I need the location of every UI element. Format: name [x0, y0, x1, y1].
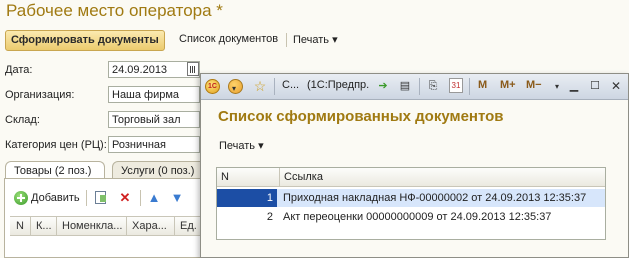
- organization-field[interactable]: Наша фирма: [108, 86, 200, 103]
- row-link[interactable]: Приходная накладная НФ-00000002 от 24.09…: [283, 189, 586, 207]
- warehouse-label: Склад:: [5, 114, 40, 126]
- app-logo-icon: 1С: [205, 79, 220, 94]
- window-title: Рабочее место оператора *: [6, 1, 223, 20]
- titlebar-divider: [419, 78, 420, 95]
- row-link[interactable]: Акт переоценки 00000000009 от 24.09.2013…: [283, 208, 551, 226]
- print-label: Печать: [219, 140, 256, 152]
- generated-documents-window: 1С ▾ ☆ С... (1С:Предпр. ➔ ▤ ⎘ 31 M M+ M−…: [200, 73, 629, 258]
- window-app-title: (1С:Предпр.: [307, 79, 370, 91]
- toolbar-divider: [286, 33, 287, 47]
- calendar-icon[interactable]: [187, 62, 199, 76]
- price-category-field[interactable]: Розничная: [108, 136, 200, 153]
- organization-label: Организация:: [5, 89, 75, 101]
- memory-plus-button[interactable]: M+: [500, 79, 516, 91]
- add-button[interactable]: Добавить: [31, 192, 80, 204]
- titlebar-divider: [274, 78, 275, 95]
- favorite-star-icon[interactable]: ☆: [252, 78, 268, 94]
- chevron-down-icon: ▾: [258, 140, 264, 152]
- row-number: 1: [217, 189, 277, 207]
- menu-icon[interactable]: ▾: [228, 79, 243, 94]
- titlebar-divider: [469, 78, 470, 95]
- column-divider: [174, 217, 175, 235]
- toolbar-divider: [140, 190, 141, 206]
- chevron-down-icon[interactable]: ▾: [549, 79, 565, 95]
- memory-minus-button[interactable]: M−: [526, 79, 542, 91]
- move-down-icon[interactable]: ▼: [170, 191, 184, 205]
- delete-icon[interactable]: ✕: [118, 191, 132, 205]
- copy-icon[interactable]: [95, 191, 106, 204]
- price-category-label: Категория цен (РЦ):: [5, 139, 107, 151]
- main-toolbar: Сформировать документы Список документов…: [0, 29, 629, 51]
- row-number: 2: [266, 211, 273, 223]
- maximize-icon[interactable]: ☐: [587, 78, 603, 94]
- print-label: Печать: [293, 34, 330, 46]
- column-divider: [56, 217, 57, 235]
- close-icon[interactable]: ✕: [608, 78, 624, 94]
- column-header[interactable]: Номенкла...: [62, 220, 122, 232]
- calendar-icon[interactable]: 31: [449, 78, 463, 93]
- tab-goods[interactable]: Товары (2 поз.): [5, 161, 105, 179]
- generate-documents-button[interactable]: Сформировать документы: [5, 30, 165, 51]
- warehouse-field[interactable]: Торговый зал: [108, 111, 200, 128]
- column-header[interactable]: N: [16, 220, 24, 232]
- table-row[interactable]: 1 Приходная накладная НФ-00000002 от 24.…: [217, 189, 605, 207]
- column-divider: [30, 217, 31, 235]
- print-menu-button[interactable]: Печать ▾: [293, 33, 338, 46]
- window-titlebar[interactable]: 1С ▾ ☆ С... (1С:Предпр. ➔ ▤ ⎘ 31 M M+ M−…: [201, 74, 628, 100]
- add-icon[interactable]: [14, 191, 28, 205]
- forward-icon[interactable]: ➔: [375, 78, 391, 94]
- column-header[interactable]: К...: [36, 220, 52, 232]
- document-icon[interactable]: ▤: [397, 78, 413, 94]
- toolbar-divider: [86, 190, 87, 206]
- documents-table: N Ссылка 1 Приходная накладная НФ-000000…: [216, 167, 606, 240]
- goods-table-header: N К... Номенкла... Хара... Ед.: [10, 216, 224, 236]
- print-menu-button[interactable]: Печать ▾: [219, 139, 264, 152]
- move-up-icon[interactable]: ▲: [147, 191, 161, 205]
- column-header[interactable]: Хара...: [132, 220, 167, 232]
- tab-services[interactable]: Услуги (0 поз.): [112, 161, 208, 179]
- memory-button[interactable]: M: [478, 79, 487, 91]
- copy-doc-icon[interactable]: ⎘: [425, 78, 441, 94]
- documents-list-button[interactable]: Список документов: [179, 33, 278, 45]
- minimize-icon[interactable]: ▁: [566, 78, 582, 94]
- column-header[interactable]: Ед.: [180, 220, 197, 232]
- window-heading: Список сформированных документов: [218, 108, 504, 125]
- date-label: Дата:: [5, 64, 33, 76]
- table-row[interactable]: 2 Акт переоценки 00000000009 от 24.09.20…: [217, 208, 605, 226]
- column-header-number[interactable]: N: [217, 168, 279, 187]
- window-tab-short[interactable]: С...: [282, 79, 299, 91]
- column-header-link[interactable]: Ссылка: [279, 168, 605, 187]
- column-divider: [126, 217, 127, 235]
- chevron-down-icon: ▾: [332, 34, 338, 46]
